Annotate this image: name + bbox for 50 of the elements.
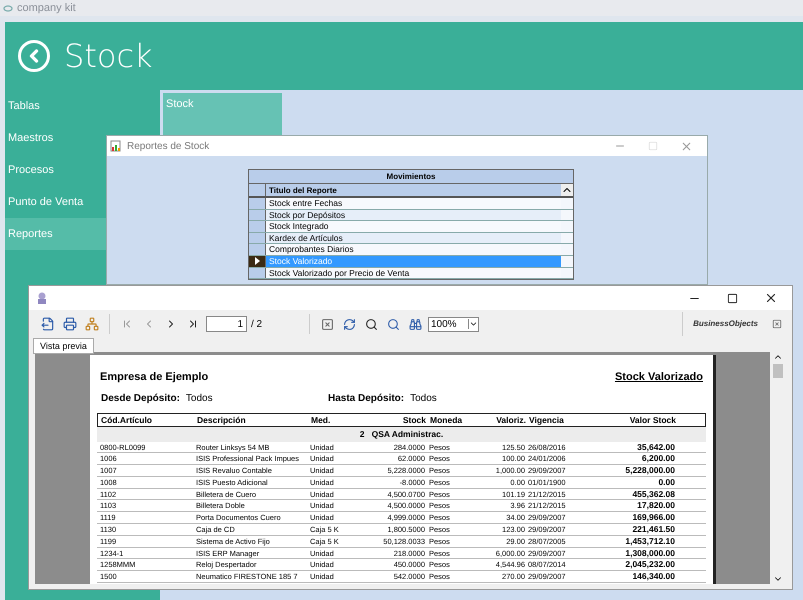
report-list-item[interactable]: Kardex de Artículos bbox=[266, 232, 561, 244]
vendor-logo: BusinessObjects bbox=[693, 318, 758, 330]
scroll-up-icon[interactable] bbox=[561, 184, 573, 196]
column-header: Descripción bbox=[197, 414, 247, 426]
zoom-select[interactable]: 100% bbox=[428, 316, 479, 332]
filter-value: Todos bbox=[410, 392, 437, 406]
company-name: Empresa de Ejemplo bbox=[100, 370, 208, 385]
report-chart-icon bbox=[110, 140, 122, 152]
table-cell-text: 0.00 bbox=[657, 476, 676, 488]
viewer-app-icon bbox=[36, 292, 48, 304]
column-header: Valoriz. bbox=[495, 414, 526, 426]
table-cell-text: 169,966.00 bbox=[631, 512, 676, 524]
column-header: Valor Stock bbox=[628, 414, 677, 426]
report-title: Stock Valorizado bbox=[614, 370, 703, 385]
group-header: 2 QSA Administrac. bbox=[97, 426, 706, 442]
app-logo-icon bbox=[3, 4, 13, 12]
app-title: company kit bbox=[17, 0, 76, 16]
table-cell-text: 17,820.00 bbox=[636, 500, 676, 512]
table-cell-text: 455,362.08 bbox=[631, 488, 676, 500]
table-cell-text: 5,228,000.00 bbox=[624, 465, 676, 476]
maximize-icon[interactable] bbox=[727, 292, 738, 304]
preview-tab[interactable]: Vista previa bbox=[33, 338, 94, 354]
page-title: Stock bbox=[64, 40, 153, 72]
dropdown-icon bbox=[468, 319, 478, 329]
table-cell-text: 35,642.00 bbox=[636, 442, 676, 452]
scroll-thumb[interactable] bbox=[773, 364, 783, 378]
column-header: Moneda bbox=[429, 414, 464, 426]
tree-icon[interactable] bbox=[83, 315, 101, 333]
grid-group-header: Movimientos bbox=[249, 170, 573, 184]
column-header: Vigencia bbox=[528, 414, 565, 426]
printer-icon[interactable] bbox=[61, 315, 79, 333]
page-number-field[interactable]: 1 bbox=[206, 316, 247, 332]
back-button[interactable] bbox=[18, 40, 50, 72]
table-cell-text: 1,308,000.00 bbox=[624, 548, 676, 558]
column-header: Med. bbox=[311, 414, 332, 426]
filter-label: Hasta Depósito: bbox=[328, 392, 404, 406]
column-header: Stock bbox=[402, 414, 426, 426]
table-cell-text: 1,453,712.10 bbox=[624, 536, 676, 547]
close-icon[interactable] bbox=[764, 291, 778, 305]
filter-value: Todos bbox=[186, 392, 213, 406]
current-row-arrow-icon bbox=[254, 257, 260, 266]
report-list-item[interactable]: Stock por Depósitos bbox=[266, 210, 561, 220]
table-cell-text: 2,045,232.00 bbox=[624, 559, 676, 570]
column-header: Cód.Artículo bbox=[100, 414, 153, 426]
table-cell-text: 221,461.50 bbox=[631, 524, 676, 535]
page-count: / 2 bbox=[251, 318, 264, 332]
table-cell-text: 6,200.00 bbox=[640, 453, 676, 464]
filter-label: Desde Depósito: bbox=[101, 392, 180, 406]
grid-column-header: Titulo del Reporte bbox=[266, 184, 561, 196]
table-cell-text: 146,340.00 bbox=[631, 571, 676, 582]
